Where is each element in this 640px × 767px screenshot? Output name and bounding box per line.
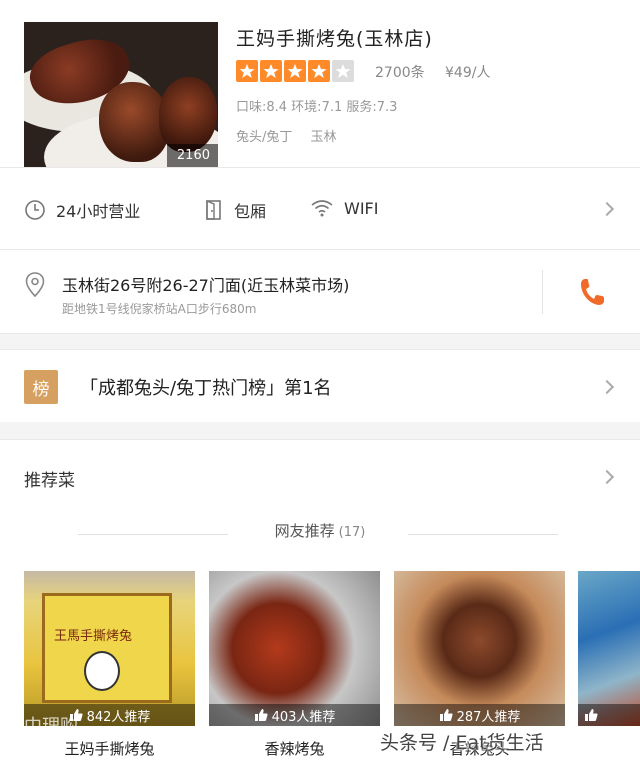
thumbs-up-icon	[585, 709, 598, 721]
room-amenity: 包厢	[204, 198, 266, 222]
chevron-right-icon	[599, 469, 615, 485]
hours-amenity: 24小时营业	[24, 198, 140, 222]
section-separator	[0, 334, 640, 350]
wifi-amenity: WIFI	[310, 198, 378, 218]
dish-card[interactable]: 王馬手撕烤兔 842人推荐	[24, 571, 195, 726]
clock-icon	[25, 200, 45, 220]
netizen-recommend-label: 网友推荐	[274, 522, 335, 540]
wifi-icon	[311, 200, 333, 217]
watermark-overlay: 中理购	[24, 716, 78, 737]
thumbs-up-icon	[439, 709, 453, 721]
section-separator	[0, 422, 640, 440]
star-icon	[332, 60, 354, 82]
star-icon	[308, 60, 330, 82]
watermark: 头条号 / Eat货生活	[380, 732, 544, 754]
dish-likes: 287人推荐	[394, 704, 565, 726]
avg-price: ¥49/人	[445, 65, 491, 81]
box-logo	[84, 651, 120, 691]
shop-name: 王妈手撕烤兔(玉林店)	[236, 28, 433, 50]
netizen-recommend-header: 网友推荐 (17)	[0, 520, 640, 550]
dish-likes: 403人推荐	[209, 704, 380, 726]
photo-count: 2160	[166, 144, 218, 167]
dish-name[interactable]: 王妈手撕烤兔	[24, 738, 195, 759]
box-label: 王馬手撕烤兔	[54, 629, 133, 644]
shop-header: 2160 王妈手撕烤兔(玉林店) 2700条 ¥49/人 口味:8.4 环境:7…	[0, 0, 640, 168]
room-label: 包厢	[234, 202, 267, 221]
ranking-row[interactable]: 榜 「成都兔头/兔丁热门榜」第1名	[0, 350, 640, 422]
tag-area[interactable]: 玉林	[311, 130, 337, 145]
shop-tags: 兔头/兔丁 玉林	[236, 126, 351, 145]
hours-label: 24小时营业	[56, 202, 141, 221]
divider-line	[78, 534, 228, 535]
wifi-label: WIFI	[344, 198, 379, 218]
netizen-recommend-count: (17)	[338, 525, 366, 540]
divider	[542, 270, 543, 314]
recommended-dishes-row[interactable]: 推荐菜	[0, 440, 640, 516]
dish-card[interactable]: 403人推荐	[209, 571, 380, 726]
photo-rabbit	[159, 77, 217, 152]
dish-likes-text: 403人推荐	[271, 709, 336, 725]
tag-category[interactable]: 兔头/兔丁	[236, 130, 292, 145]
dish-likes-text: 842人推荐	[86, 709, 151, 725]
star-icon	[260, 60, 282, 82]
address-row[interactable]: 玉林街26号附26-27门面(近玉林菜市场) 距地铁1号线倪家桥站A口步行680…	[0, 250, 640, 334]
star-icon	[284, 60, 306, 82]
chevron-right-icon	[599, 379, 615, 395]
dish-likes	[578, 704, 640, 726]
recommended-title: 推荐菜	[24, 471, 75, 491]
dish-likes-text: 287人推荐	[456, 709, 521, 725]
address-main: 玉林街26号附26-27门面(近玉林菜市场)	[62, 276, 350, 295]
dish-card[interactable]	[578, 571, 640, 726]
phone-icon[interactable]	[578, 276, 606, 308]
sub-scores: 口味:8.4 环境:7.1 服务:7.3	[236, 100, 398, 115]
shop-photo[interactable]: 2160	[24, 22, 218, 167]
rank-text: 「成都兔头/兔丁热门榜」第1名	[80, 378, 332, 399]
location-pin-icon	[25, 272, 45, 298]
rating-stars	[236, 60, 354, 82]
thumbs-up-icon	[254, 709, 268, 721]
dish-card[interactable]: 287人推荐	[394, 571, 565, 726]
amenities-row[interactable]: 24小时营业 包厢 WIFI	[0, 168, 640, 250]
chevron-right-icon	[599, 201, 615, 217]
door-icon	[206, 199, 221, 220]
address-directions: 距地铁1号线倪家桥站A口步行680m	[62, 302, 257, 316]
dish-name[interactable]: 香辣烤兔	[209, 738, 380, 759]
rank-badge: 榜	[24, 370, 58, 404]
star-icon	[236, 60, 258, 82]
review-count[interactable]: 2700条	[375, 62, 425, 82]
divider-line	[408, 534, 558, 535]
